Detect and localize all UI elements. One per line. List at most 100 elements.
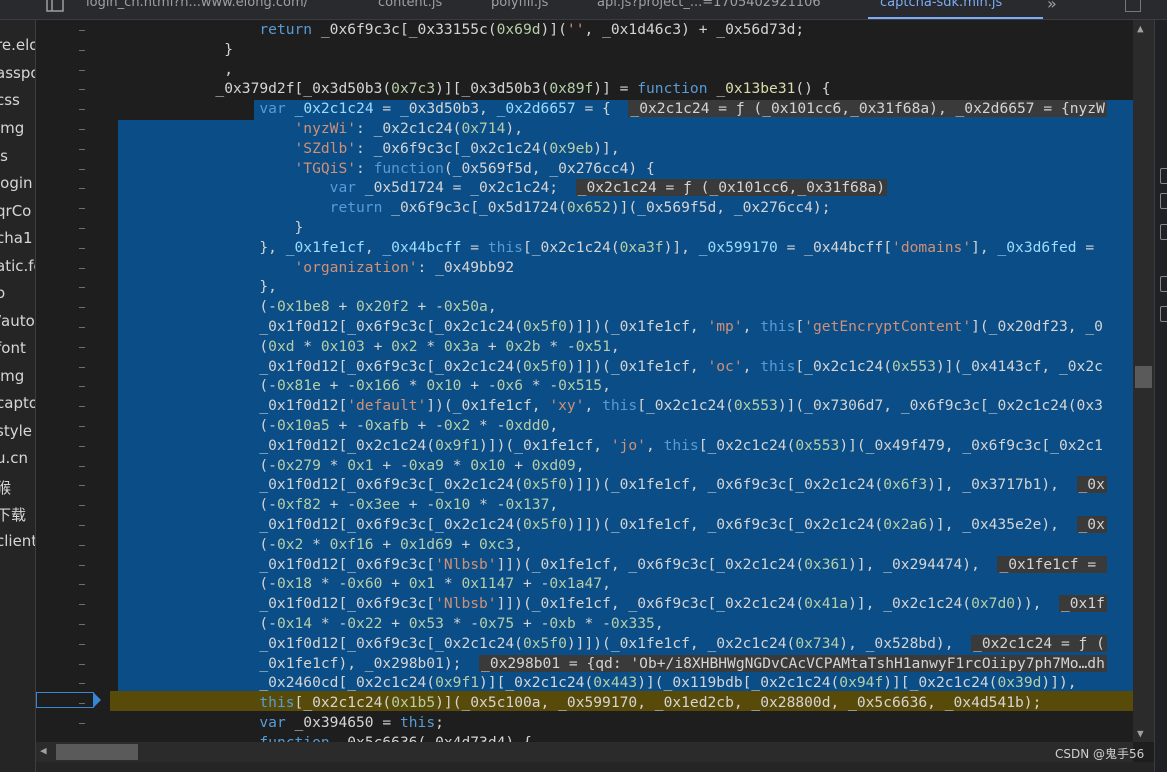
inline-debug-value[interactable]: _0x [1076,476,1107,494]
gutter-line-marker[interactable] [79,723,85,724]
code-token: + [364,337,392,355]
code-token: this [760,357,796,375]
gutter-line-marker[interactable] [79,30,85,31]
gutter-line-marker[interactable] [79,49,85,51]
code-token: 'Nlbsb' [435,555,497,573]
gutter-line-marker[interactable] [79,346,85,348]
gutter-line-marker[interactable] [79,109,85,111]
gutter-line-marker[interactable] [79,267,85,269]
code-token: 0xd09 [531,456,576,474]
scroll-left-arrow-icon[interactable]: ◀ [40,744,47,757]
code-token: (- [110,298,277,316]
gutter-line-marker[interactable] [79,643,85,645]
code-token: } [110,40,234,58]
scroll-up-arrow-icon[interactable]: ▲ [1137,22,1144,35]
breakpoint-marker[interactable] [36,692,94,708]
inline-debug-value[interactable]: _0x [1076,516,1107,533]
gutter-line-marker[interactable] [79,584,85,586]
file-tree-item[interactable]: js [0,147,8,165]
more-tabs-icon[interactable]: » [1047,0,1057,13]
code-token: )], _0x294474), [848,555,998,573]
panel-layout-icon[interactable] [1125,0,1141,12]
gutter-line-marker[interactable] [79,604,85,606]
gutter-line-marker[interactable] [79,465,85,467]
gutter-line-marker[interactable] [79,445,85,447]
tab-content-js[interactable]: content.js [378,0,442,10]
gutter-line-marker[interactable] [79,683,85,685]
file-tree-item[interactable]: 下载 [0,504,26,525]
gutter-line-marker[interactable] [79,564,85,566]
code-token: _0x379d2f[_0x3d50b3( [110,80,392,98]
vertical-scroll-thumb[interactable] [1135,366,1152,388]
gutter-line-marker[interactable] [79,624,85,625]
file-tree-item[interactable]: atic.fe [0,257,35,275]
gutter-line-marker[interactable] [79,307,85,309]
panel-checkbox-icon[interactable] [1160,276,1167,292]
code-token: )][_0x2c1c24( [479,674,594,692]
tab-api-js[interactable]: api.js?project_...=1705402921106 [597,0,821,10]
gutter-line-marker[interactable] [79,228,85,229]
gutter-line-marker[interactable] [79,148,85,150]
file-tree-item[interactable]: /auto [0,312,35,330]
gutter-line-marker[interactable] [79,386,85,388]
code-token: (- [110,417,277,434]
gutter-line-marker[interactable] [79,663,85,665]
file-tree-item[interactable]: o [0,284,5,302]
file-tree-item[interactable]: style [0,422,32,440]
file-tree-item[interactable]: css [0,91,20,109]
gutter-line-marker[interactable] [79,287,85,289]
file-tree-item[interactable]: qrCo [0,202,31,220]
panel-checkbox-icon[interactable] [1160,168,1167,184]
code-token: (- [110,456,277,474]
code-token: )]])(_0x1fe1cf, _0x2c1c24( [566,634,796,652]
inline-debug-value[interactable]: _0x2c1c24 = ƒ (_0x101cc6,_0x31f68a) [575,179,888,197]
code-token: * - [312,575,348,593]
gutter-line-marker[interactable] [79,406,85,408]
gutter-line-marker[interactable] [79,247,85,249]
horizontal-scrollbar[interactable] [36,742,1133,762]
code-token: , [742,318,761,335]
gutter-line-marker[interactable] [79,69,85,71]
sidebar-toggle-icon[interactable] [46,0,64,12]
code-line: _0x1f0d12['default'])(_0x1fe1cf, 'xy', t… [110,396,1103,416]
inline-debug-value[interactable]: _0x1f [1058,595,1107,613]
inline-debug-value[interactable]: _0x1fe1cf = [997,555,1107,573]
file-tree-item[interactable]: client [0,532,35,550]
panel-checkbox-icon[interactable] [1160,224,1167,240]
gutter-line-marker[interactable] [79,366,85,368]
gutter-line-marker[interactable] [79,327,85,328]
horizontal-scroll-thumb[interactable] [56,744,138,760]
scroll-down-arrow-icon[interactable]: ▼ [1137,727,1144,740]
file-tree-item[interactable]: login [0,174,33,192]
file-tree-item[interactable]: cha1 [0,229,33,247]
gutter-line-marker[interactable] [79,426,85,427]
gutter-line-marker[interactable] [79,544,85,546]
code-token: _0x13be31 [716,80,796,98]
code-token: + [382,575,409,593]
gutter-line-marker[interactable] [79,485,85,487]
file-tree-item[interactable]: asspo [0,64,35,82]
file-tree-item[interactable]: re.elo [0,36,35,54]
gutter-line-marker[interactable] [79,188,85,190]
panel-checkbox-icon[interactable] [1160,193,1167,209]
file-tree-item[interactable]: img [0,119,24,137]
file-tree-item[interactable]: font [0,339,26,357]
file-tree-item[interactable]: capto [0,394,35,412]
tab-captcha-sdk-min-js[interactable]: captcha-sdk.min.js [880,0,1002,10]
gutter-line-marker[interactable] [79,505,85,507]
inline-debug-value[interactable]: _0x2c1c24 = ƒ (_0x101cc6,_0x31f68a), _0x… [628,100,1107,118]
file-tree-item[interactable]: u.cn [0,449,28,467]
gutter-line-marker[interactable] [79,168,85,170]
code-editor[interactable]: return _0x6f9c3c[_0x33155c(0x69d)]('', _… [110,20,1133,742]
gutter-line-marker[interactable] [79,525,85,526]
tab-polyfill-js[interactable]: polyfill.js [491,0,548,10]
panel-checkbox-icon[interactable] [1160,306,1167,322]
file-tree-item[interactable]: img [0,367,24,385]
file-tree-item[interactable]: 猴 [0,477,11,498]
gutter-line-marker[interactable] [79,208,85,210]
tab-login-cn-html[interactable]: login_cn.html?n...www.elong.com/ [86,0,308,10]
gutter-line-marker[interactable] [79,129,85,130]
inline-debug-value[interactable]: _0x2c1c24 = ƒ ( [971,634,1107,652]
inline-debug-value[interactable]: _0x298b01 = {qd: 'Ob+/i8XHBHWgNGDvCAcVCP… [479,654,1107,672]
gutter-line-marker[interactable] [79,89,85,91]
